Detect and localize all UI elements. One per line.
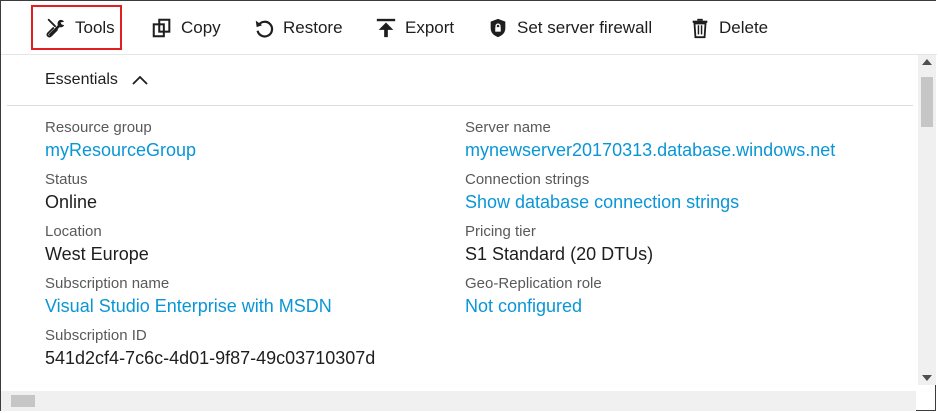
chevron-up-icon[interactable] <box>132 75 148 85</box>
set-server-firewall-label: Set server firewall <box>517 17 653 37</box>
subscription-name-link[interactable]: Visual Studio Enterprise with MSDN <box>45 294 375 319</box>
scroll-up-icon[interactable] <box>922 59 932 65</box>
location-value: West Europe <box>45 244 149 264</box>
resource-group-link[interactable]: myResourceGroup <box>45 138 375 163</box>
copy-button[interactable]: Copy <box>149 1 221 54</box>
subscription-id-field: Subscription ID 541d2cf4-7c6c-4d01-9f87-… <box>45 326 375 371</box>
copy-icon <box>149 15 175 41</box>
subscription-id-value: 541d2cf4-7c6c-4d01-9f87-49c03710307d <box>45 348 376 368</box>
restore-label: Restore <box>283 17 343 37</box>
geo-replication-field: Geo-Replication role Not configured <box>465 274 835 319</box>
subscription-name-label: Subscription name <box>45 275 170 292</box>
status-value: Online <box>45 192 98 212</box>
subscription-id-label: Subscription ID <box>45 327 147 344</box>
essentials-title: Essentials <box>45 71 118 88</box>
export-button[interactable]: Export <box>373 1 454 54</box>
connection-strings-link[interactable]: Show database connection strings <box>465 190 835 215</box>
location-field: Location West Europe <box>45 222 375 267</box>
status-field: Status Online <box>45 170 375 215</box>
restore-button[interactable]: Restore <box>251 1 343 54</box>
connection-strings-label: Connection strings <box>465 171 590 188</box>
tools-highlight-box <box>31 5 122 50</box>
restore-icon <box>251 15 277 41</box>
essentials-content: Resource group myResourceGroup Status On… <box>7 106 913 390</box>
server-name-label: Server name <box>465 119 551 136</box>
pricing-tier-label: Pricing tier <box>465 223 536 240</box>
vertical-scroll-thumb[interactable] <box>921 77 933 127</box>
scroll-down-icon[interactable] <box>922 375 932 381</box>
trash-icon <box>687 15 713 41</box>
export-label: Export <box>405 17 455 37</box>
essentials-left-column: Resource group myResourceGroup Status On… <box>45 118 375 378</box>
export-icon <box>373 15 399 41</box>
horizontal-scroll-thumb[interactable] <box>11 395 35 407</box>
command-toolbar: Tools Copy Restore Export Set server fir… <box>1 1 937 55</box>
geo-replication-label: Geo-Replication role <box>465 275 602 292</box>
delete-button[interactable]: Delete <box>687 1 768 54</box>
pricing-tier-value: S1 Standard (20 DTUs) <box>465 244 654 264</box>
pricing-tier-field: Pricing tier S1 Standard (20 DTUs) <box>465 222 835 267</box>
status-label: Status <box>45 171 88 188</box>
connection-strings-field: Connection strings Show database connect… <box>465 170 835 215</box>
horizontal-scrollbar[interactable] <box>1 391 916 411</box>
essentials-right-column: Server name mynewserver20170313.database… <box>465 118 835 326</box>
essentials-header[interactable]: Essentials <box>7 55 913 106</box>
server-name-field: Server name mynewserver20170313.database… <box>465 118 835 163</box>
server-name-link[interactable]: mynewserver20170313.database.windows.net <box>465 138 835 163</box>
vertical-scrollbar[interactable] <box>918 55 936 385</box>
resource-group-field: Resource group myResourceGroup <box>45 118 375 163</box>
geo-replication-link[interactable]: Not configured <box>465 294 835 319</box>
shield-icon <box>485 15 511 41</box>
copy-label: Copy <box>181 17 221 37</box>
location-label: Location <box>45 223 102 240</box>
subscription-name-field: Subscription name Visual Studio Enterpri… <box>45 274 375 319</box>
resource-group-label: Resource group <box>45 119 152 136</box>
delete-label: Delete <box>719 17 769 37</box>
set-server-firewall-button[interactable]: Set server firewall <box>485 1 652 54</box>
